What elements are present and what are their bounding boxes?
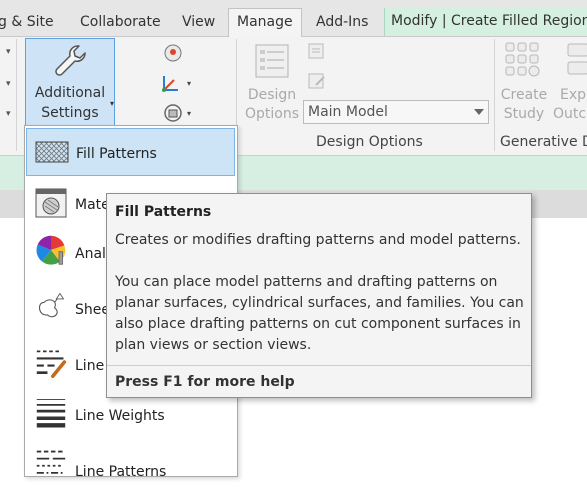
analysis-display-styles-icon <box>36 235 66 265</box>
sheet-issues-icon <box>39 292 65 318</box>
menu-item-label: Shee <box>75 302 110 318</box>
chevron-down-icon: ▾ <box>110 99 115 108</box>
additional-settings-label: Additional <box>34 85 106 101</box>
design-options-icon[interactable] <box>252 41 292 81</box>
menu-item-label: Line Weights <box>75 408 165 424</box>
materials-icon <box>35 188 67 218</box>
tooltip-divider <box>107 365 531 366</box>
fill-patterns-icon <box>35 141 69 163</box>
chevron-down-icon[interactable]: ▾ <box>187 109 191 118</box>
chevron-down-icon <box>474 109 484 115</box>
chevron-down-icon[interactable]: ▾ <box>6 47 11 57</box>
panel-divider <box>16 39 17 151</box>
panel-title-design-options: Design Options <box>316 134 423 150</box>
tab-manage[interactable]: Manage <box>228 8 302 37</box>
location-icon[interactable] <box>162 43 184 63</box>
chevron-down-icon[interactable]: ▾ <box>6 109 11 119</box>
pick-to-edit-icon[interactable] <box>306 71 328 91</box>
chevron-down-icon[interactable]: ▾ <box>6 79 11 89</box>
tooltip-help-hint: Press F1 for more help <box>115 374 295 390</box>
menu-item-label: Mate <box>75 197 110 213</box>
main-model-select-value: Main Model <box>308 104 388 120</box>
menu-item-label: Line Patterns <box>75 464 167 480</box>
wrench-icon <box>55 45 86 76</box>
tab-modify-create-filled-region[interactable]: Modify | Create Filled Region <box>384 8 587 36</box>
fill-patterns-tooltip: Fill Patterns Creates or modifies drafti… <box>106 193 532 398</box>
tab-massing-site[interactable]: g & Site <box>0 10 54 34</box>
main-model-select[interactable]: Main Model <box>303 100 489 124</box>
tooltip-summary: Creates or modifies drafting patterns an… <box>115 232 521 248</box>
panel-title-generative-design: Generative D <box>500 134 587 150</box>
tab-view[interactable]: View <box>182 10 215 34</box>
chevron-down-icon[interactable]: ▾ <box>187 79 191 88</box>
menu-item-label: Line <box>75 358 105 374</box>
panel-divider <box>494 39 495 151</box>
line-styles-icon <box>36 350 67 378</box>
explore-outcomes-label: Outco <box>553 106 587 122</box>
tab-add-ins[interactable]: Add-Ins <box>316 10 368 34</box>
create-study-label: Create <box>500 87 548 103</box>
additional-settings-button[interactable]: Additional Settings ▾ <box>25 38 115 126</box>
coordinates-icon[interactable] <box>160 73 182 93</box>
position-icon[interactable] <box>162 103 184 123</box>
menu-item-label: Fill Patterns <box>76 146 157 162</box>
add-to-set-icon[interactable] <box>306 41 328 61</box>
menu-item-fill-patterns[interactable]: Fill Patterns <box>26 128 235 176</box>
tooltip-body: You can place model patterns and draftin… <box>115 274 524 353</box>
menu-item-line-patterns[interactable]: Line Patterns <box>26 442 235 490</box>
line-weights-icon <box>36 399 66 428</box>
line-patterns-icon <box>36 450 66 474</box>
create-study-icon[interactable] <box>503 40 543 82</box>
explore-outcomes-icon[interactable] <box>566 42 587 82</box>
tooltip-title: Fill Patterns <box>115 204 212 220</box>
ribbon-tab-bar: g & Site Collaborate View Manage Add-Ins… <box>0 0 587 37</box>
create-study-label: Study <box>503 106 545 122</box>
additional-settings-label: Settings <box>41 105 99 121</box>
tab-collaborate[interactable]: Collaborate <box>80 10 161 34</box>
explore-outcomes-label: Exp <box>560 87 587 103</box>
menu-item-line-weights[interactable]: Line Weights <box>26 392 235 440</box>
design-options-label: Options <box>244 106 300 122</box>
design-options-label: Design <box>247 87 297 103</box>
